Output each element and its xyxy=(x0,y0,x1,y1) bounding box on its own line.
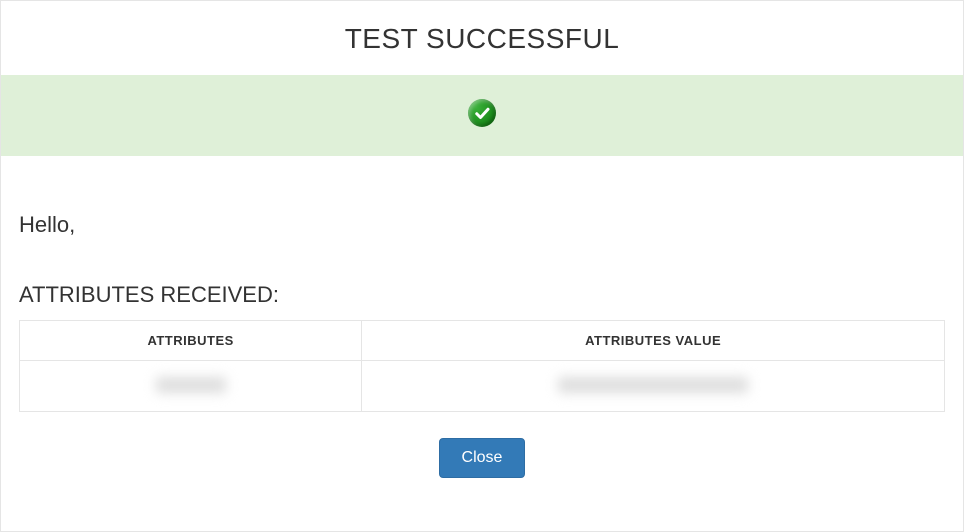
table-row xyxy=(20,361,945,412)
redacted-text xyxy=(156,377,226,393)
cell-attribute-name xyxy=(20,361,362,412)
table-header-row: ATTRIBUTES ATTRIBUTES VALUE xyxy=(20,321,945,361)
attributes-section-label: ATTRIBUTES RECEIVED: xyxy=(19,282,945,308)
attributes-table: ATTRIBUTES ATTRIBUTES VALUE xyxy=(19,320,945,412)
greeting-text: Hello, xyxy=(19,212,945,238)
col-header-attributes: ATTRIBUTES xyxy=(20,321,362,361)
checkmark-icon xyxy=(468,99,496,127)
cell-attribute-value xyxy=(362,361,945,412)
col-header-value: ATTRIBUTES VALUE xyxy=(362,321,945,361)
dialog-content: Hello, ATTRIBUTES RECEIVED: ATTRIBUTES A… xyxy=(1,156,963,478)
redacted-text xyxy=(558,377,748,393)
button-row: Close xyxy=(19,438,945,478)
dialog-title: TEST SUCCESSFUL xyxy=(1,1,963,75)
success-banner xyxy=(1,75,963,156)
dialog-container: TEST SUCCESSFUL Hello, ATTRIBUTES RECEIV… xyxy=(0,0,964,532)
close-button[interactable]: Close xyxy=(439,438,526,478)
